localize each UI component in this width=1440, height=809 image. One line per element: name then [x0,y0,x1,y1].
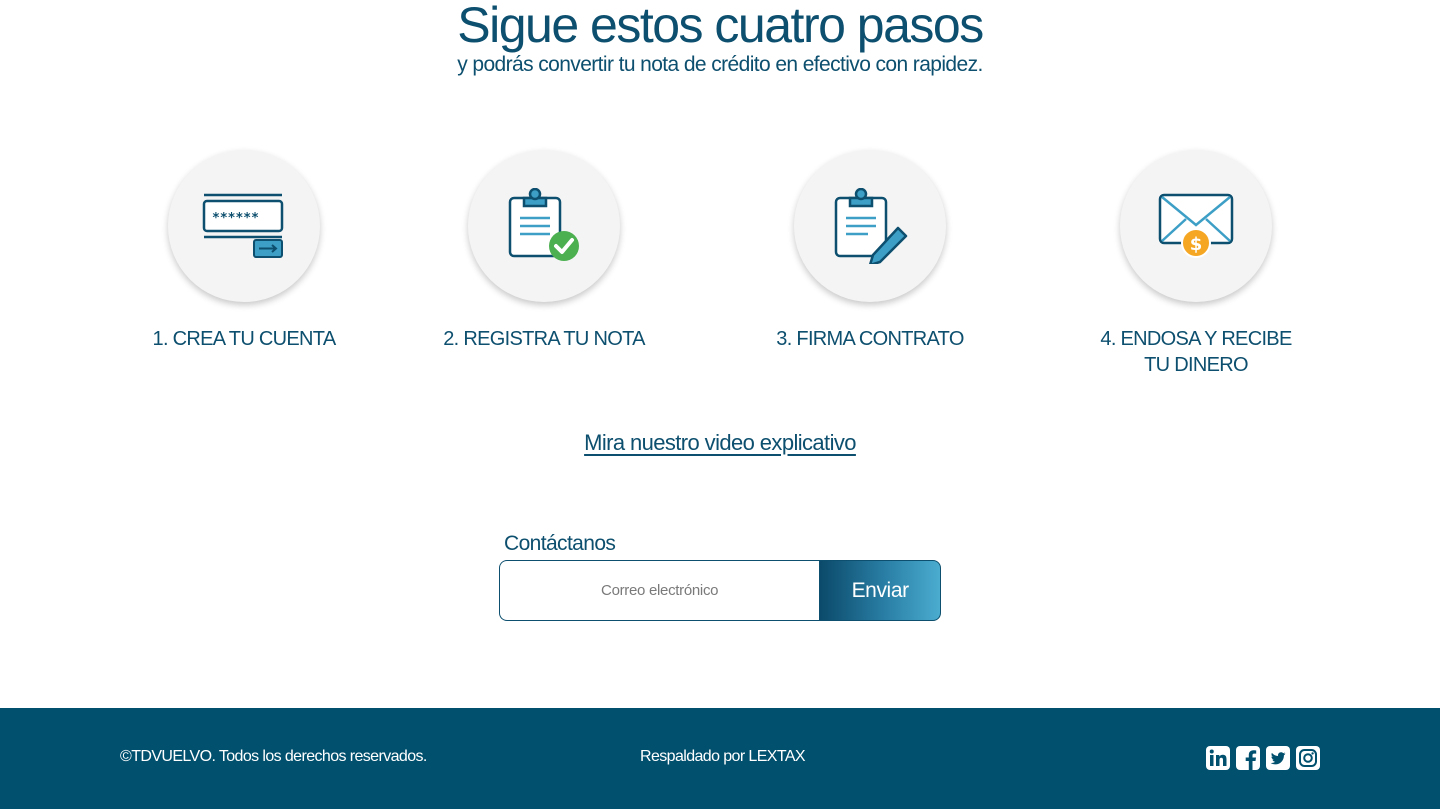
clipboard-check-icon [508,188,579,261]
step-circle: ****** [168,150,320,302]
video-link-wrapper: Mira nuestro video explicativo [0,430,1440,456]
contact-form: Enviar [499,560,941,621]
step-label: 3. FIRMA CONTRATO [776,328,964,350]
step-circle [794,150,946,302]
step-label: 2. REGISTRA TU NOTA [443,328,645,350]
svg-text:$: $ [1190,234,1203,255]
footer-copyright: ©TDVUELVO. Todos los derechos reservados… [120,748,427,765]
footer-backed-by: Respaldado por LEXTAX [640,748,806,765]
facebook-icon[interactable] [1236,746,1260,770]
step-endorse-receive: $ 4. ENDOSA Y RECIBE TU DINERO [1026,150,1366,378]
video-link[interactable]: Mira nuestro video explicativo [584,430,856,455]
page-title: Sigue estos cuatro pasos [457,0,984,53]
twitter-icon[interactable] [1266,746,1290,770]
send-button[interactable]: Enviar [819,560,941,621]
linkedin-icon[interactable] [1206,746,1230,770]
step-label: 4. ENDOSA Y RECIBE TU DINERO [1100,328,1292,376]
instagram-icon[interactable] [1296,746,1320,770]
footer: ©TDVUELVO. Todos los derechos reservados… [0,708,1440,809]
step-sign-contract: 3. FIRMA CONTRATO [700,150,1040,352]
email-field[interactable] [499,560,820,621]
contact-label: Contáctanos [504,532,616,555]
clipboard-sign-icon [834,188,908,264]
page-subtitle: y podrás convertir tu nota de crédito en… [457,53,983,76]
step-circle: $ [1120,150,1272,302]
svg-text:******: ****** [212,211,259,226]
password-login-icon: ****** [202,193,284,258]
envelope-money-icon: $ [1158,193,1234,258]
step-create-account: ****** 1. CREA TU CUENTA [74,150,414,352]
social-links [1206,746,1320,770]
step-register-note: 2. REGISTRA TU NOTA [374,150,714,352]
step-label: 1. CREA TU CUENTA [152,328,337,350]
step-circle [468,150,620,302]
